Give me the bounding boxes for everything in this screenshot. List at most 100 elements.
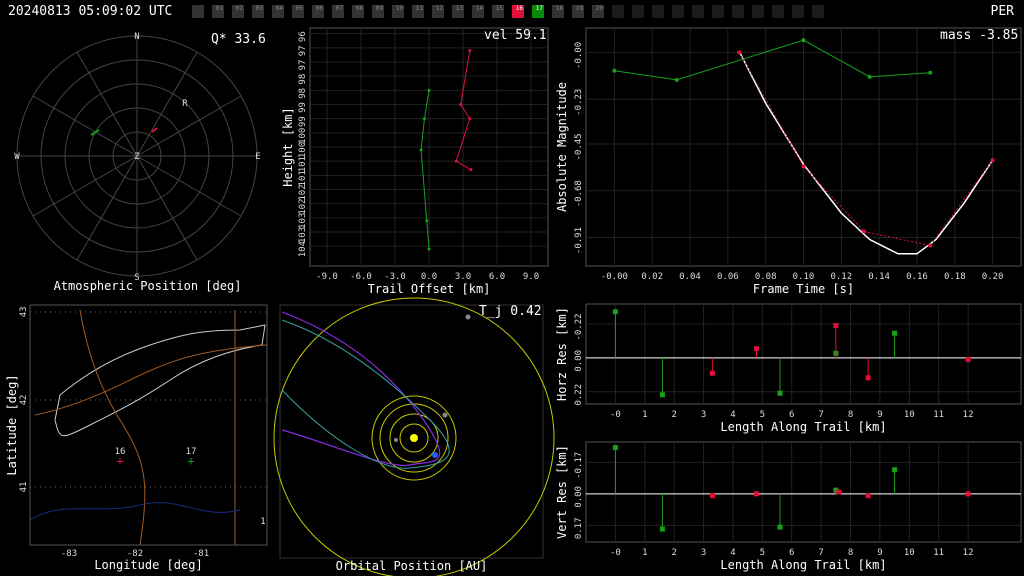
- lightcurve-point: [928, 70, 933, 75]
- x-tick: 0.0: [421, 272, 437, 282]
- orbit-tj-value: T_j 0.42: [479, 304, 542, 319]
- x-tick: 0.12: [830, 272, 852, 282]
- x-tick: 0.16: [906, 272, 928, 282]
- lightcurve-series: [614, 39, 931, 81]
- x-tick: -0: [610, 548, 621, 558]
- station-partial-label: 1: [260, 517, 265, 527]
- x-tick: 7: [818, 548, 823, 558]
- x-tick: 6: [789, 410, 794, 420]
- residual-point: [836, 489, 842, 495]
- x-tick: 0.02: [641, 272, 663, 282]
- y-tick: 0.00: [574, 486, 584, 508]
- residual-point: [612, 445, 618, 451]
- y-tick: 103: [298, 213, 308, 229]
- height-point: [427, 88, 431, 92]
- lightcurve-xlabel: Frame Time [s]: [752, 282, 855, 296]
- x-tick: 4: [730, 548, 735, 558]
- x-tick: 3: [701, 548, 706, 558]
- x-tick: 4: [730, 410, 735, 420]
- residual-point: [865, 375, 871, 381]
- orbit-title: Orbital Position [AU]: [335, 559, 488, 573]
- y-axis-label: Absolute Magnitude: [555, 82, 569, 212]
- sun: [410, 434, 418, 442]
- plot-frame: [585, 303, 1022, 405]
- y-tick: 100: [298, 128, 308, 144]
- y-tick: 97: [298, 60, 308, 71]
- x-tick: 3: [701, 410, 706, 420]
- residual-point: [777, 390, 783, 396]
- y-tick: 103: [298, 227, 308, 243]
- x-tick: 0.08: [755, 272, 777, 282]
- x-tick: 11: [933, 410, 944, 420]
- x-tick: 10: [904, 410, 915, 420]
- lightcurve-point: [862, 229, 867, 234]
- map-xlabel: Longitude [deg]: [94, 558, 203, 572]
- y-tick: -0.23: [574, 89, 584, 116]
- residual-point: [777, 524, 783, 530]
- x-tick: 0.20: [982, 272, 1004, 282]
- height-point: [469, 168, 473, 172]
- y-tick: -0.45: [574, 133, 584, 160]
- y-tick: 101: [298, 170, 308, 186]
- y-tick: 102: [298, 199, 308, 215]
- residual-point: [709, 370, 715, 376]
- y-tick: -0.17: [574, 452, 584, 479]
- lightcurve-point: [737, 50, 742, 55]
- x-tick: 9: [877, 410, 882, 420]
- residual-point: [753, 491, 759, 497]
- station16-marker: +: [116, 454, 123, 468]
- residual-point: [892, 467, 898, 473]
- height-point: [468, 49, 472, 53]
- x-tick: 9: [877, 548, 882, 558]
- height-point: [454, 159, 458, 163]
- y-tick: 0.17: [574, 517, 584, 539]
- y-tick: 0.00: [574, 350, 584, 372]
- x-tick: 12: [963, 410, 974, 420]
- residual-point: [753, 346, 759, 352]
- x-tick: 0.10: [793, 272, 815, 282]
- lightcurve-point: [801, 164, 806, 169]
- height-point: [425, 219, 429, 223]
- lightcurve-point: [928, 243, 933, 248]
- y-tick: -0.00: [574, 42, 584, 69]
- x-tick: 8: [848, 410, 853, 420]
- y-tick: 98: [298, 74, 308, 85]
- horz-res-xlabel: Length Along Trail [km]: [720, 420, 887, 434]
- x-tick: 11: [933, 548, 944, 558]
- y-tick: 104: [298, 241, 308, 257]
- x-tick: 1: [642, 410, 647, 420]
- residual-point: [892, 330, 898, 336]
- y-tick: -0.22: [574, 313, 584, 340]
- x-tick: 9.0: [523, 272, 539, 282]
- y-axis-label: Vert Res [km]: [555, 445, 569, 539]
- height-point: [422, 117, 426, 121]
- y-tick: 102: [298, 184, 308, 200]
- height-plot-xlabel: Trail Offset [km]: [367, 282, 491, 296]
- x-tick: 1: [642, 548, 647, 558]
- lightcurve-mass: mass -3.85: [940, 28, 1019, 43]
- venus: [394, 438, 398, 442]
- x-tick: 2: [671, 548, 676, 558]
- earth: [432, 452, 438, 458]
- residual-point: [709, 493, 715, 499]
- lightcurve-point: [674, 77, 679, 82]
- x-tick: -9.0: [316, 272, 338, 282]
- y-tick: 96: [298, 31, 308, 42]
- residual-point: [865, 493, 871, 499]
- x-tick: 6: [789, 548, 794, 558]
- orbit-frame: [279, 304, 544, 559]
- x-tick: 3.0: [455, 272, 471, 282]
- y-tick: 99: [298, 116, 308, 127]
- x-tick: 6.0: [489, 272, 505, 282]
- x-tick: 8: [848, 548, 853, 558]
- height-point: [468, 117, 472, 121]
- lightcurve-point: [867, 74, 872, 79]
- lightcurve-point: [990, 158, 995, 163]
- x-tick: -3.0: [384, 272, 406, 282]
- residual-point: [612, 309, 618, 315]
- residual-point: [659, 392, 665, 398]
- y-tick: 99: [298, 102, 308, 113]
- residual-point: [965, 356, 971, 362]
- mars: [442, 412, 448, 418]
- y-tick: -0.91: [574, 227, 584, 254]
